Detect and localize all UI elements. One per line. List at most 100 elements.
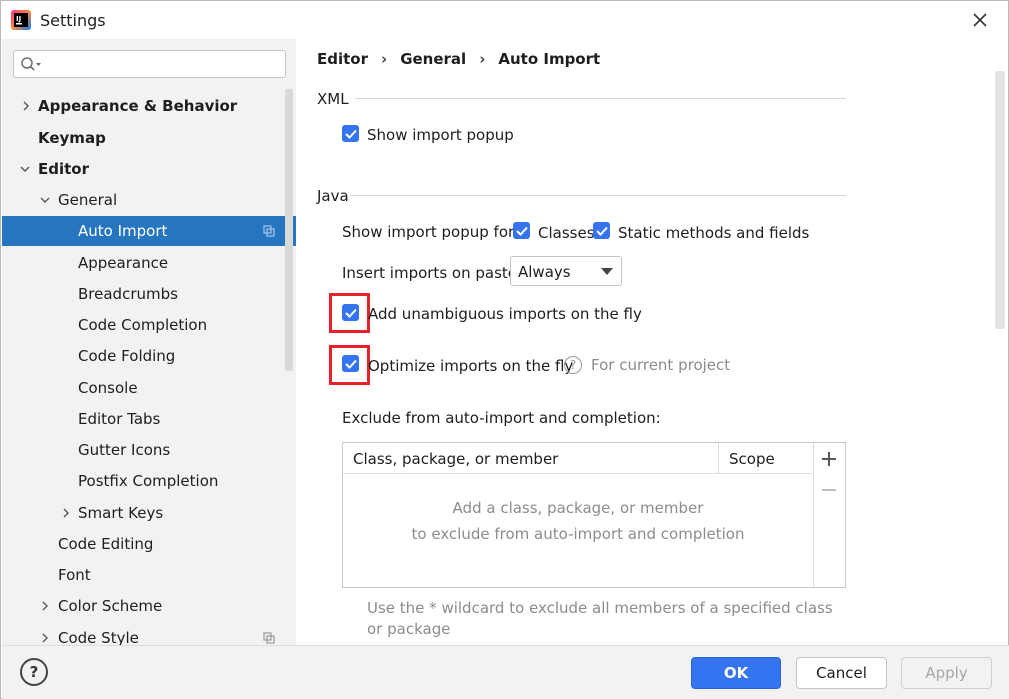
column-header-class[interactable]: Class, package, or member [353,450,558,468]
add-button[interactable] [820,450,838,468]
breadcrumb-item: Auto Import [498,50,601,68]
tree-item-label: Gutter Icons [78,441,171,459]
add-unambiguous-label: Add unambiguous imports on the fly [368,305,642,323]
settings-sidebar: Appearance & Behavior Keymap Editor Gene… [2,39,296,645]
checkmark-icon [344,359,357,369]
static-methods-checkbox[interactable] [593,222,610,239]
table-toolbar [813,443,845,587]
search-icon [21,57,41,71]
dialog-footer: ? OK Cancel Apply [2,645,1009,699]
empty-table-line-1: Add a class, package, or member [452,499,704,517]
window-title: Settings [40,11,106,30]
chevron-down-icon [20,166,30,172]
settings-search-box[interactable] [13,50,286,78]
breadcrumb: Editor › General › Auto Import [317,50,600,68]
tree-item-label: General [58,191,118,209]
tree-item-code-folding[interactable]: Code Folding [2,341,296,371]
classes-label: Classes [538,224,595,242]
java-section-divider [350,195,846,196]
tree-item-editor-tabs[interactable]: Editor Tabs [2,404,296,434]
tree-item-general[interactable]: General [2,185,296,215]
checkmark-icon [344,308,357,318]
insert-on-paste-value: Always [518,263,571,281]
checkmark-icon [515,226,528,236]
tree-item-font[interactable]: Font [2,560,296,590]
add-unambiguous-checkbox[interactable] [342,304,359,321]
wildcard-hint: Use the * wildcard to exclude all member… [367,599,833,638]
xml-section-divider [355,98,846,99]
ok-button[interactable]: OK [691,657,781,689]
plus-icon [822,452,836,466]
dropdown-arrow-icon [601,268,613,275]
tree-item-editor[interactable]: Editor [2,154,296,184]
tree-item-color-scheme[interactable]: Color Scheme [2,591,296,621]
insert-on-paste-select[interactable]: Always [510,256,622,286]
project-scope-icon [263,225,275,237]
column-header-scope[interactable]: Scope [729,450,775,468]
tree-item-label: Appearance & Behavior [38,97,238,115]
tree-item-label: Keymap [38,129,106,147]
tree-item-label: Auto Import [78,222,168,240]
tree-item-appearance[interactable]: Appearance [2,248,296,278]
for-current-project-label: For current project [591,356,731,374]
intellij-app-icon: IJ [11,10,31,30]
tree-item-label: Breadcrumbs [78,285,178,303]
settings-window: IJ Settings Appearance & Behavior Keymap… [0,0,1009,699]
apply-button[interactable]: Apply [901,657,992,689]
tree-item-label: Color Scheme [58,597,163,615]
tree-item-label: Smart Keys [78,504,164,522]
tree-item-code-style[interactable]: Code Style [2,623,296,645]
help-context-icon[interactable]: ? [564,356,582,374]
chevron-right-icon [63,508,69,518]
close-button[interactable] [965,6,995,34]
exclude-table[interactable]: Class, package, or member Scope Add a cl… [342,442,846,588]
show-import-popup-checkbox[interactable] [342,125,359,142]
static-methods-label: Static methods and fields [618,224,810,242]
tree-item-breadcrumbs[interactable]: Breadcrumbs [2,279,296,309]
show-import-popup-label: Show import popup [367,126,514,144]
tree-item-appearance-behavior[interactable]: Appearance & Behavior [2,91,296,121]
chevron-right-icon [42,601,48,611]
chevron-right-icon [23,101,29,111]
title-bar: IJ Settings [1,1,1008,39]
show-popup-for-label: Show import popup for: [342,223,519,241]
tree-item-console[interactable]: Console [2,373,296,403]
classes-checkbox[interactable] [513,222,530,239]
optimize-imports-checkbox[interactable] [342,355,359,372]
sidebar-scrollbar[interactable] [285,89,293,371]
chevron-right-icon [42,633,48,643]
tree-item-label: Editor [38,160,89,178]
tree-item-label: Code Completion [78,316,208,334]
main-scrollbar[interactable] [995,71,1005,329]
tree-item-label: Font [58,566,91,584]
empty-table-line-2: to exclude from auto-import and completi… [411,525,745,543]
tree-item-label: Console [78,379,138,397]
tree-item-code-editing[interactable]: Code Editing [2,529,296,559]
java-section-title: Java [317,187,349,205]
cancel-button[interactable]: Cancel [796,657,887,689]
settings-main-panel: Editor › General › Auto Import XML Show … [296,39,1008,645]
breadcrumb-item[interactable]: General [400,50,466,68]
remove-button[interactable] [820,481,838,499]
tree-item-label: Appearance [78,254,169,272]
checkmark-icon [344,129,357,139]
settings-search-input[interactable] [46,54,282,74]
tree-item-keymap[interactable]: Keymap [2,123,296,153]
exclude-label: Exclude from auto-import and completion: [342,409,661,427]
tree-item-code-completion[interactable]: Code Completion [2,310,296,340]
tree-item-auto-import[interactable]: Auto Import [2,216,296,246]
optimize-imports-label: Optimize imports on the fly [368,357,574,375]
breadcrumb-item[interactable]: Editor [317,50,368,68]
tree-item-label: Postfix Completion [78,472,219,490]
tree-item-postfix-completion[interactable]: Postfix Completion [2,466,296,496]
exclude-table-header: Class, package, or member Scope [343,443,813,474]
tree-item-label: Code Folding [78,347,176,365]
close-icon [973,13,987,27]
minus-icon [822,489,836,491]
tree-item-gutter-icons[interactable]: Gutter Icons [2,435,296,465]
help-button[interactable]: ? [20,658,48,686]
tree-item-label: Editor Tabs [78,410,161,428]
checkmark-icon [595,226,608,236]
svg-text:IJ: IJ [16,15,21,23]
tree-item-smart-keys[interactable]: Smart Keys [2,498,296,528]
